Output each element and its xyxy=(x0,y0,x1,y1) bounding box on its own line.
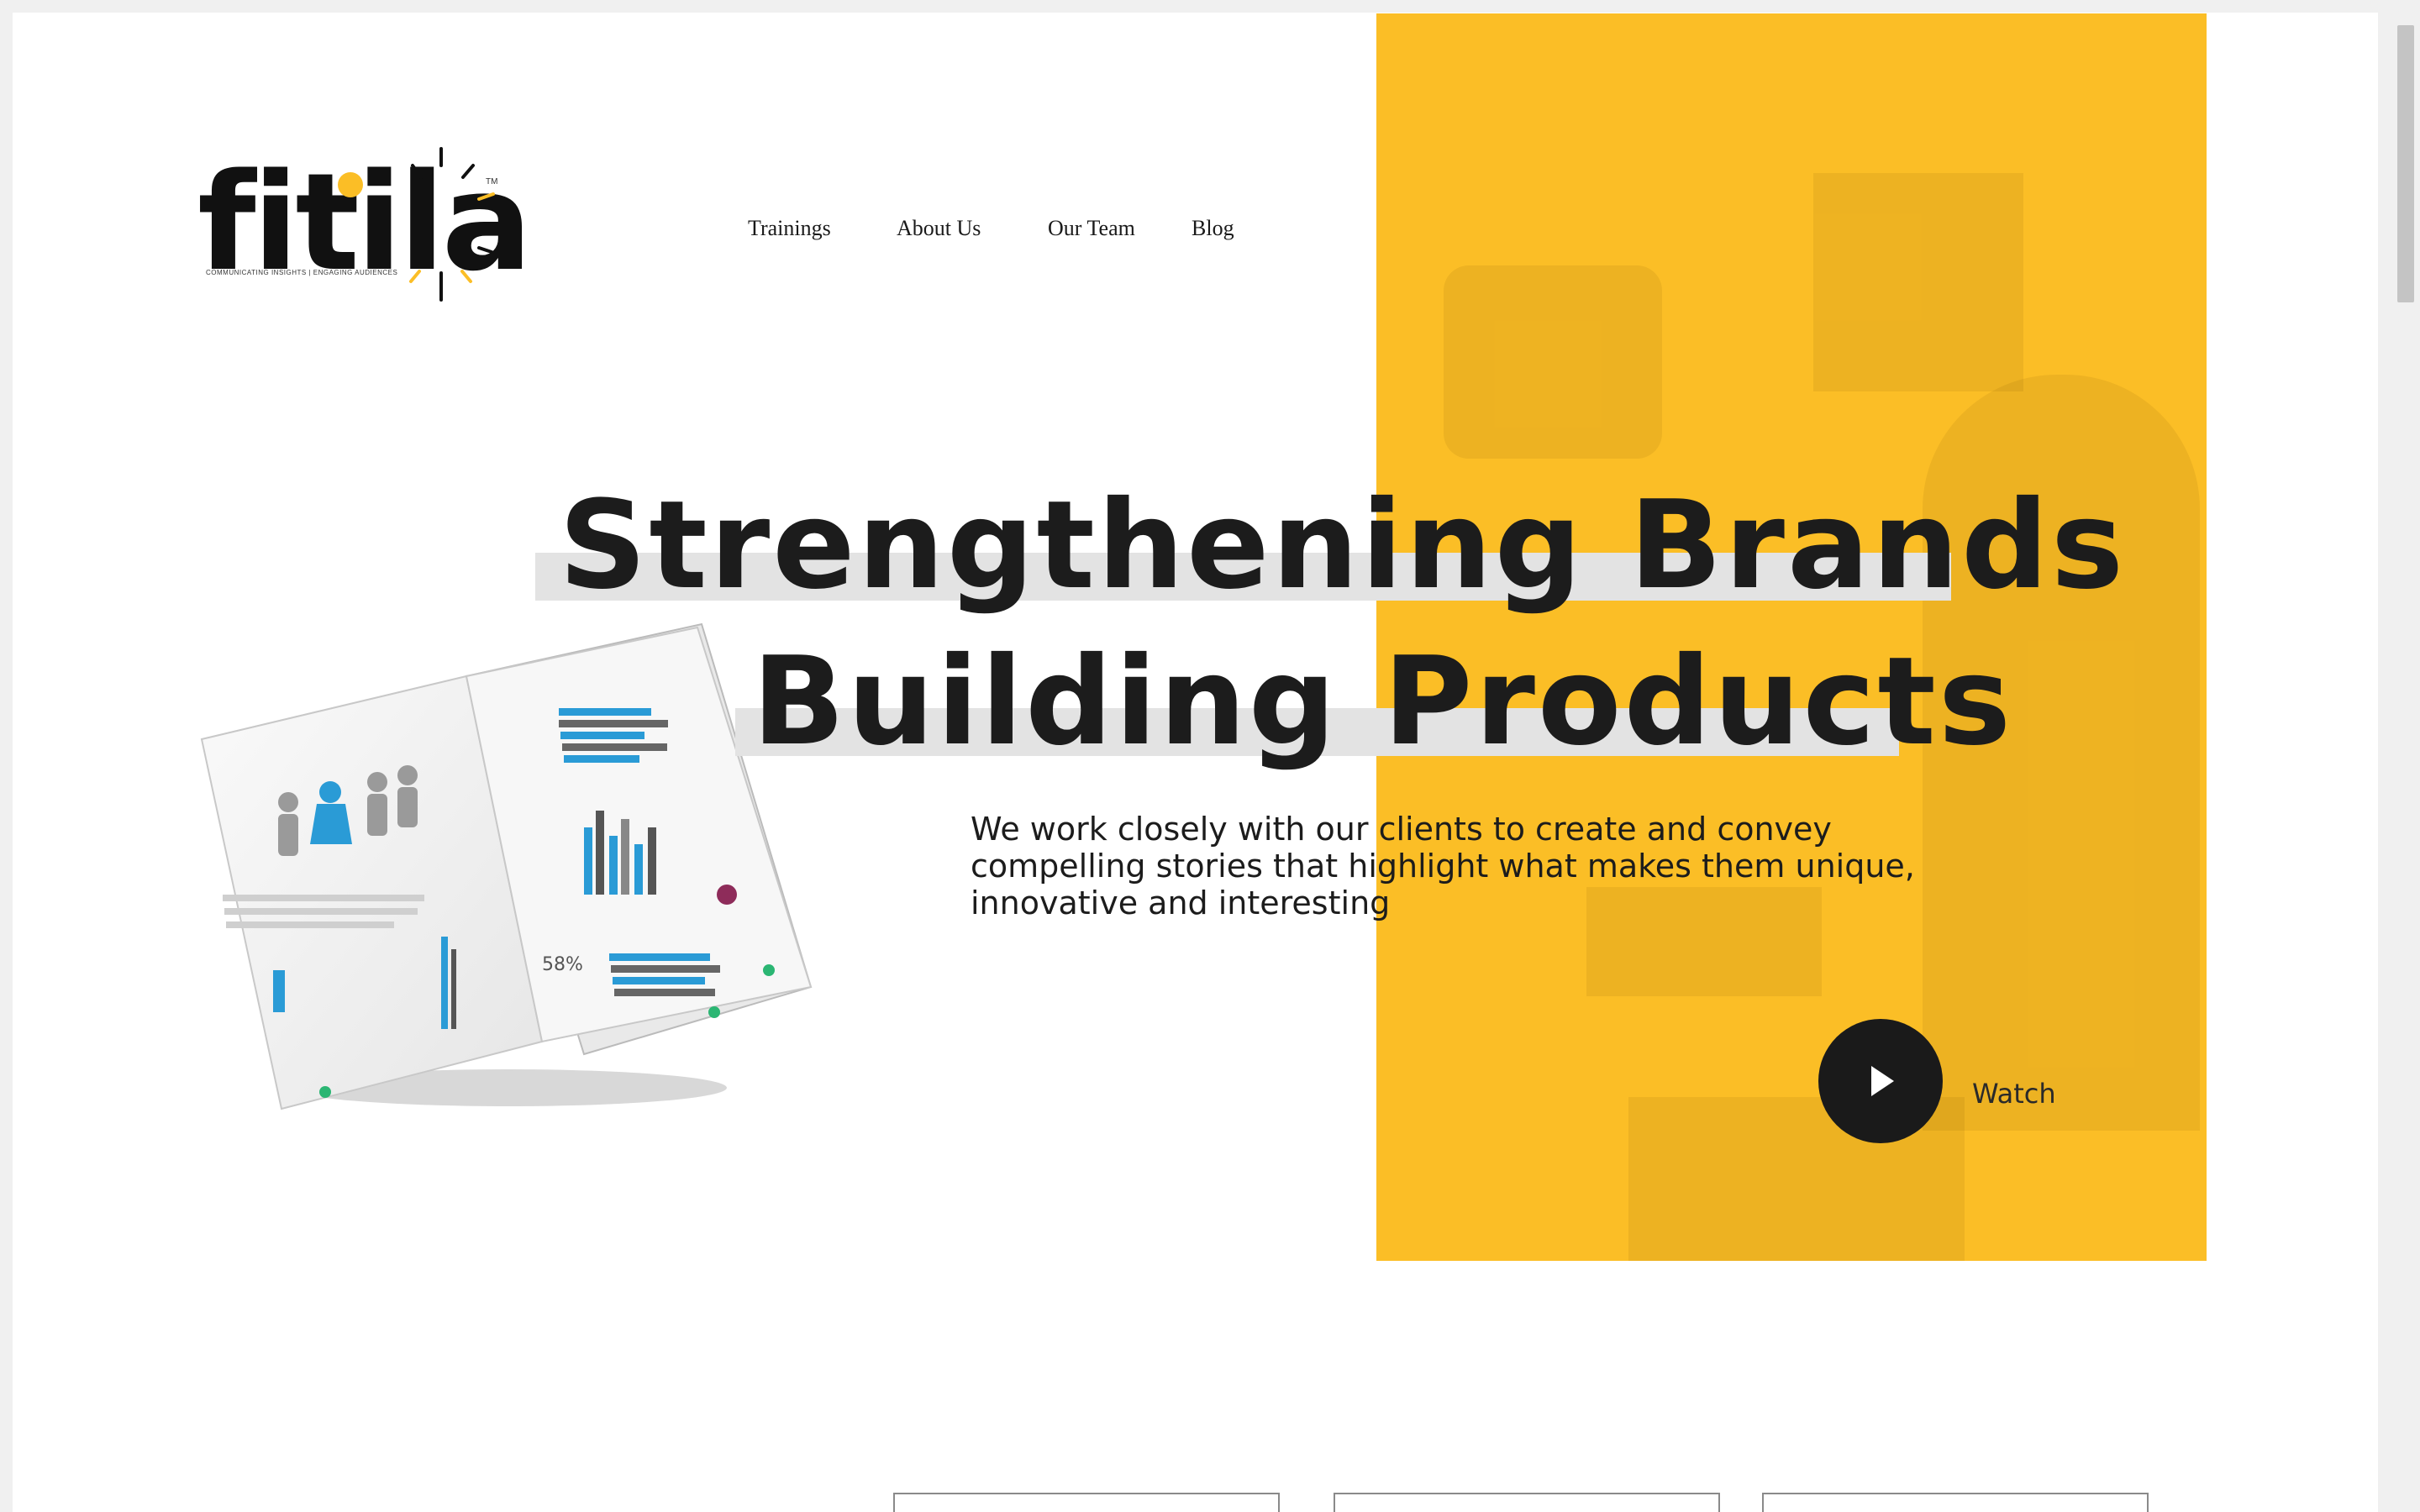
watch-video-button[interactable] xyxy=(1818,1019,1943,1143)
nav-item-blog[interactable]: Blog xyxy=(1192,216,1234,241)
bg-lamp-shape xyxy=(1444,265,1662,459)
service-card-2[interactable] xyxy=(1334,1493,1720,1512)
lamp-rays-icon xyxy=(409,147,495,302)
service-card-3[interactable] xyxy=(1762,1493,2149,1512)
logo-tagline: COMMUNICATING INSIGHTS | ENGAGING AUDIEN… xyxy=(206,269,398,276)
bg-screen-shape xyxy=(1813,173,2023,391)
watch-label[interactable]: Watch xyxy=(1972,1078,2056,1110)
headline-line-2: Building Products xyxy=(752,631,2014,773)
svg-text:58%: 58% xyxy=(542,954,583,975)
nav-item-about-us[interactable]: About Us xyxy=(897,216,981,241)
logo[interactable]: fitila TM COMMUNICATING INSIGHTS | ENGAG… xyxy=(181,147,533,307)
report-magazine-illustration: 58% xyxy=(200,622,813,1110)
headline-line-1: Strengthening Brands xyxy=(559,475,2127,617)
play-icon xyxy=(1871,1066,1894,1096)
service-card-1[interactable] xyxy=(893,1493,1280,1512)
logo-lamp-dot xyxy=(338,172,363,197)
page: fitila TM COMMUNICATING INSIGHTS | ENGAG… xyxy=(13,13,2378,1512)
hero-description: We work closely with our clients to crea… xyxy=(971,811,1915,921)
scrollbar-thumb[interactable] xyxy=(2397,25,2414,302)
page-scrollbar[interactable] xyxy=(2391,0,2420,1512)
nav-item-our-team[interactable]: Our Team xyxy=(1048,216,1135,241)
trademark-mark: TM xyxy=(486,177,498,186)
nav-item-trainings[interactable]: Trainings xyxy=(748,216,831,241)
